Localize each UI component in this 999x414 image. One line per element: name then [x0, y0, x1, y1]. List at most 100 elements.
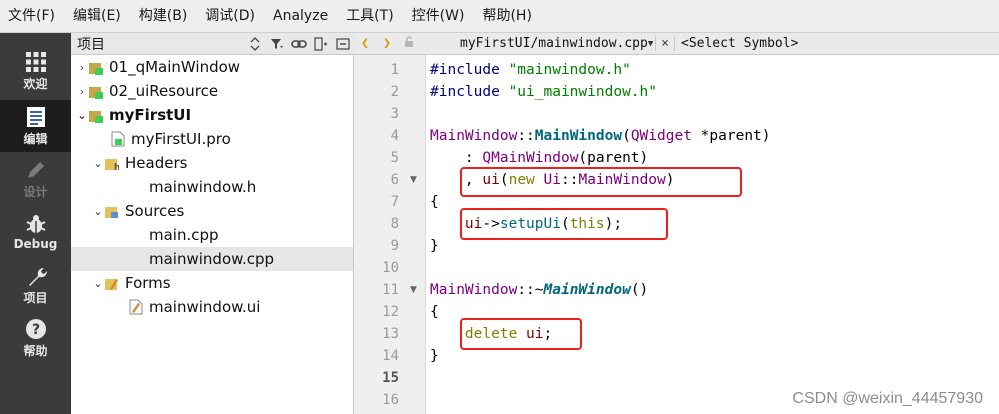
project-panel-title[interactable]: 项目 — [71, 34, 244, 54]
tree-item-main-cpp[interactable]: main.cpp — [71, 223, 353, 247]
tree-item-pro-file[interactable]: myFirstUI.pro — [71, 127, 353, 151]
tree-item-mainwindow-h[interactable]: mainwindow.h — [71, 175, 353, 199]
code-token: : — [430, 150, 483, 166]
lock-icon — [398, 35, 420, 52]
menu-tools[interactable]: 工具(T) — [337, 0, 402, 33]
forms-folder-icon — [105, 275, 119, 291]
code-line-2: #include "ui_mainwindow.h" — [430, 81, 657, 103]
tree-item-label: myFirstUI — [109, 106, 192, 124]
tree-item-sources[interactable]: ⌄ Sources — [71, 199, 353, 223]
close-document-icon[interactable]: × — [655, 36, 675, 51]
wrench-icon — [28, 267, 47, 286]
code-token: #include — [430, 84, 509, 100]
chevron-down-icon[interactable]: ⌄ — [91, 277, 105, 290]
code-token: } — [430, 348, 439, 364]
code-token: MainWindow — [430, 128, 518, 144]
mode-help[interactable]: ? 帮助 — [0, 312, 71, 364]
ui-file-icon — [129, 299, 143, 315]
tree-item-01-qmainwindow[interactable]: › 01_qMainWindow — [71, 55, 353, 79]
code-line-7: { — [430, 191, 439, 213]
mode-label: 欢迎 — [23, 76, 48, 91]
nav-forward-icon[interactable]: ❯ — [376, 36, 398, 51]
code-token: () — [630, 282, 649, 298]
menu-help[interactable]: 帮助(H) — [473, 0, 540, 33]
chevron-updown-icon[interactable] — [244, 33, 266, 55]
line-number: 14 — [382, 348, 399, 364]
annotation-box-init-ui — [460, 167, 742, 197]
watermark: CSDN @weixin_44457930 — [792, 390, 983, 407]
chevron-right-icon[interactable]: › — [75, 61, 89, 74]
tree-item-mainwindow-cpp[interactable]: mainwindow.cpp — [71, 247, 353, 271]
tree-item-02-uiresource[interactable]: › 02_uiResource — [71, 79, 353, 103]
mode-welcome[interactable]: 欢迎 — [0, 45, 71, 97]
mode-edit[interactable]: 编辑 — [0, 100, 71, 152]
code-token: ( — [622, 128, 631, 144]
annotation-box-delete-ui — [460, 318, 582, 350]
fold-marker-icon[interactable]: ▼ — [410, 279, 417, 301]
link-icon[interactable] — [288, 33, 310, 55]
chevron-right-icon[interactable]: › — [75, 85, 89, 98]
tree-item-label: mainwindow.ui — [149, 298, 261, 316]
chevron-down-icon[interactable]: ⌄ — [91, 157, 105, 170]
tree-item-headers[interactable]: ⌄ h Headers — [71, 151, 353, 175]
tree-item-forms[interactable]: ⌄ Forms — [71, 271, 353, 295]
code-token: { — [430, 304, 439, 320]
close-panel-icon[interactable] — [332, 33, 354, 55]
line-number-gutter: 1 2 3 4 5 6 7 8 9 10 11 12 13 14 15 16 ▼… — [354, 55, 426, 414]
tree-item-label: Sources — [125, 202, 185, 220]
line-number: 1 — [390, 62, 399, 78]
mode-label: Debug — [13, 237, 58, 251]
chevron-down-icon[interactable]: ⌄ — [75, 109, 89, 122]
line-number: 6 — [390, 172, 399, 188]
mode-label: 项目 — [23, 290, 48, 305]
tree-item-label: mainwindow.cpp — [149, 250, 275, 268]
code-token: MainWindow — [534, 128, 623, 144]
mode-bar: 欢迎 编辑 设计 Debug 项目 ? 帮助 — [0, 33, 71, 414]
menu-file[interactable]: 文件(F) — [0, 0, 64, 33]
grid-icon — [25, 51, 46, 72]
line-number: 3 — [390, 106, 399, 122]
code-token: "ui_mainwindow.h" — [508, 84, 657, 100]
fold-marker-icon[interactable]: ▼ — [410, 169, 417, 191]
chevron-down-icon[interactable]: ⌄ — [91, 205, 105, 218]
code-editor[interactable]: #include "mainwindow.h" #include "ui_mai… — [426, 55, 999, 414]
code-line-9: } — [430, 235, 439, 257]
menu-edit[interactable]: 编辑(E) — [64, 0, 130, 33]
line-number: 12 — [382, 304, 399, 320]
code-token: QWidget — [630, 128, 692, 144]
line-number: 2 — [390, 84, 399, 100]
mode-debug[interactable]: Debug — [0, 206, 71, 258]
tree-item-mainwindow-ui[interactable]: mainwindow.ui — [71, 295, 353, 319]
nav-back-icon[interactable]: ❮ — [354, 36, 376, 51]
tree-item-myfirstui[interactable]: ⌄ myFirstUI — [71, 103, 353, 127]
mode-label: 编辑 — [23, 131, 48, 146]
open-file-combo[interactable]: myFirstUI/mainwindow.cpp ▼ — [420, 36, 655, 51]
code-token: ::~ — [517, 282, 544, 298]
line-number: 4 — [390, 128, 399, 144]
split-icon[interactable] — [310, 33, 332, 55]
line-number-current: 15 — [382, 370, 399, 386]
code-token: QMainWindow — [482, 150, 579, 166]
code-token: MainWindow — [430, 282, 518, 298]
code-line-4: MainWindow::MainWindow(QWidget *parent) — [430, 125, 771, 147]
code-token: } — [430, 238, 439, 254]
code-token: { — [430, 194, 439, 210]
menu-analyze[interactable]: Analyze — [264, 0, 337, 33]
mode-label: 帮助 — [23, 343, 48, 358]
mode-design[interactable]: 设计 — [0, 153, 71, 205]
symbol-selector[interactable]: <Select Symbol> — [675, 36, 798, 51]
header-folder-icon: h — [105, 155, 120, 173]
filter-icon[interactable] — [266, 33, 288, 55]
code-token: (parent) — [578, 150, 649, 166]
mode-projects[interactable]: 项目 — [0, 259, 71, 311]
menu-build[interactable]: 构建(B) — [130, 0, 197, 33]
menu-widgets[interactable]: 控件(W) — [403, 0, 474, 33]
qt-project-icon — [89, 107, 103, 123]
menu-debug[interactable]: 调试(D) — [196, 0, 264, 33]
code-token: *parent) — [691, 128, 771, 144]
line-number: 10 — [382, 260, 399, 276]
menu-bar: 文件(F) 编辑(E) 构建(B) 调试(D) Analyze 工具(T) 控件… — [0, 0, 999, 33]
dropdown-arrow-icon: ▼ — [647, 38, 654, 49]
code-token: :: — [517, 128, 535, 144]
code-token: "mainwindow.h" — [508, 62, 631, 78]
